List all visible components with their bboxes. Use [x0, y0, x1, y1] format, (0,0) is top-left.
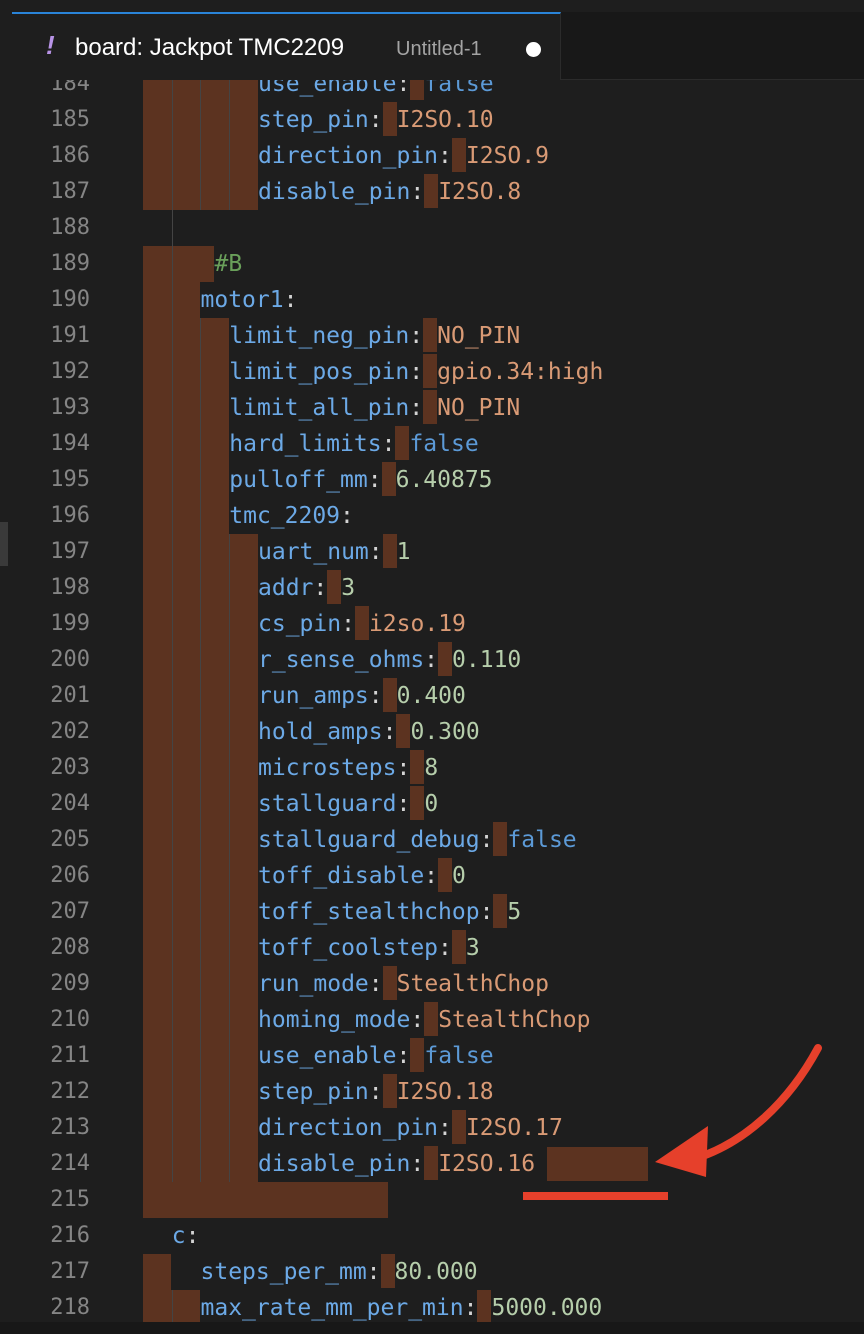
- arrow-shaft: [686, 1044, 822, 1164]
- annotation-arrow: [523, 1044, 822, 1200]
- underline-mark: [523, 1192, 668, 1200]
- arrow-head: [655, 1126, 708, 1177]
